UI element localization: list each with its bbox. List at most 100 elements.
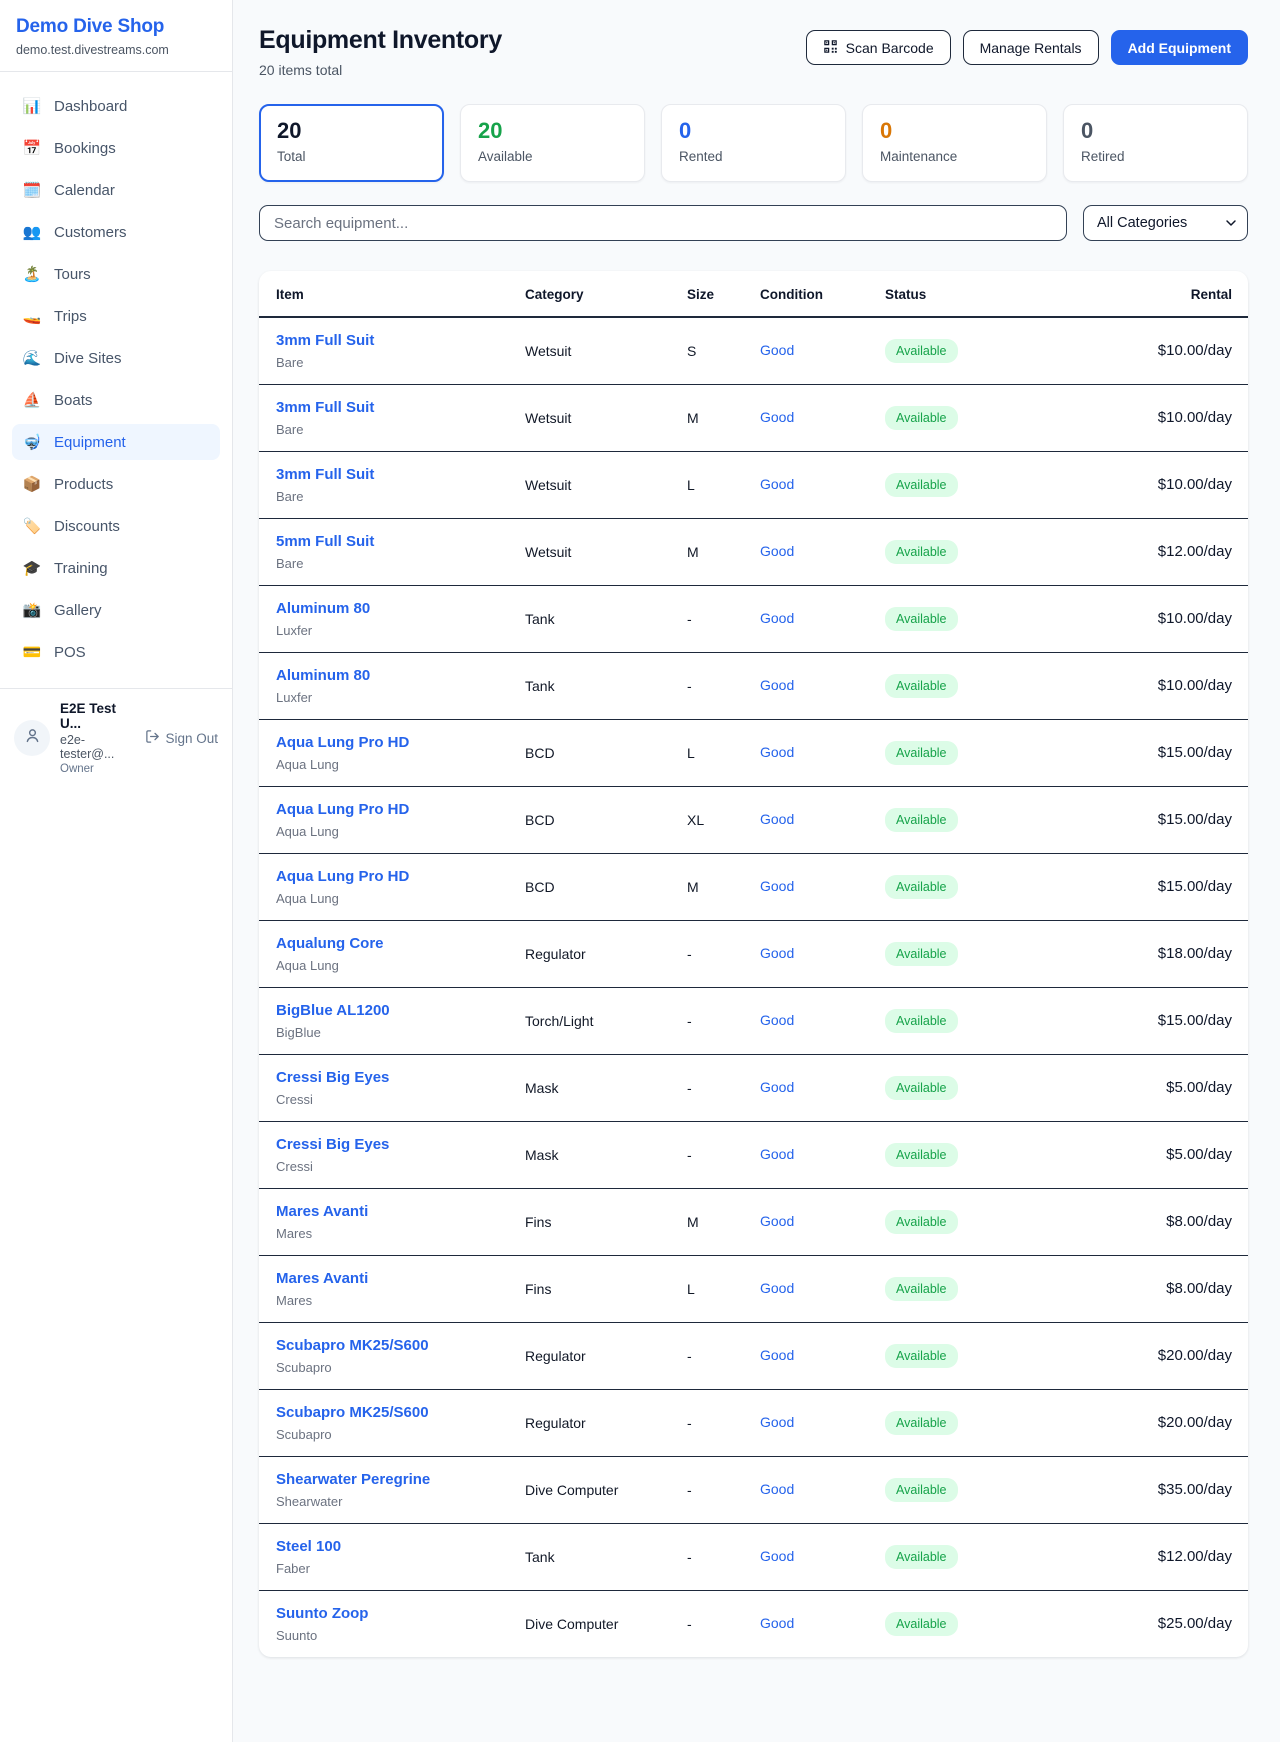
- status-cell: Available: [869, 920, 1099, 987]
- condition-link[interactable]: Good: [760, 1012, 794, 1028]
- column-header-size: Size: [671, 271, 744, 317]
- item-category: Fins: [509, 1188, 671, 1255]
- add-equipment-button[interactable]: Add Equipment: [1111, 30, 1248, 65]
- condition-link[interactable]: Good: [760, 677, 794, 693]
- item-cell: 3mm Full SuitBare: [259, 451, 509, 518]
- sidebar-item-customers[interactable]: 👥Customers: [12, 214, 220, 250]
- condition-link[interactable]: Good: [760, 1414, 794, 1430]
- item-cell: Cressi Big EyesCressi: [259, 1121, 509, 1188]
- condition-cell: Good: [744, 384, 869, 451]
- condition-link[interactable]: Good: [760, 1481, 794, 1497]
- item-category: Tank: [509, 1523, 671, 1590]
- sidebar-item-trips[interactable]: 🚤Trips: [12, 298, 220, 334]
- sign-out-button[interactable]: Sign Out: [145, 729, 218, 747]
- items-total-text: 20 items total: [259, 62, 502, 78]
- sidebar-item-training[interactable]: 🎓Training: [12, 550, 220, 586]
- item-rental: $8.00/day: [1099, 1188, 1248, 1255]
- condition-link[interactable]: Good: [760, 342, 794, 358]
- bar-chart-icon: 📊: [22, 97, 42, 115]
- sidebar-item-calendar[interactable]: 🗓️Calendar: [12, 172, 220, 208]
- item-name-link[interactable]: Aqua Lung Pro HD: [276, 868, 409, 885]
- item-name-link[interactable]: Aluminum 80: [276, 667, 370, 684]
- sidebar-item-bookings[interactable]: 📅Bookings: [12, 130, 220, 166]
- condition-link[interactable]: Good: [760, 744, 794, 760]
- sidebar-item-gallery[interactable]: 📸Gallery: [12, 592, 220, 628]
- item-category: Mask: [509, 1121, 671, 1188]
- item-name-link[interactable]: BigBlue AL1200: [276, 1002, 390, 1019]
- table-header-row: ItemCategorySizeConditionStatusRental: [259, 271, 1248, 317]
- item-rental: $15.00/day: [1099, 853, 1248, 920]
- status-cell: Available: [869, 652, 1099, 719]
- condition-link[interactable]: Good: [760, 409, 794, 425]
- item-name-link[interactable]: Aqualung Core: [276, 935, 384, 952]
- sidebar-item-discounts[interactable]: 🏷️Discounts: [12, 508, 220, 544]
- sidebar-item-dive-sites[interactable]: 🌊Dive Sites: [12, 340, 220, 376]
- category-select[interactable]: All Categories: [1083, 205, 1248, 241]
- condition-cell: Good: [744, 1456, 869, 1523]
- item-category: Torch/Light: [509, 987, 671, 1054]
- condition-link[interactable]: Good: [760, 1146, 794, 1162]
- search-input[interactable]: [259, 205, 1067, 241]
- scan-barcode-button[interactable]: Scan Barcode: [806, 30, 951, 65]
- item-name-link[interactable]: Steel 100: [276, 1538, 341, 1555]
- category-select-wrap: All Categories: [1083, 205, 1248, 241]
- item-rental: $5.00/day: [1099, 1054, 1248, 1121]
- item-name-link[interactable]: Mares Avanti: [276, 1270, 368, 1287]
- page-header-text: Equipment Inventory 20 items total: [259, 26, 502, 78]
- condition-link[interactable]: Good: [760, 1213, 794, 1229]
- item-name-link[interactable]: Cressi Big Eyes: [276, 1069, 389, 1086]
- item-name-link[interactable]: 3mm Full Suit: [276, 332, 374, 349]
- add-equipment-label: Add Equipment: [1128, 40, 1231, 56]
- condition-link[interactable]: Good: [760, 1347, 794, 1363]
- table-row: 3mm Full SuitBareWetsuitMGoodAvailable$1…: [259, 384, 1248, 451]
- condition-link[interactable]: Good: [760, 945, 794, 961]
- sidebar-item-pos[interactable]: 💳POS: [12, 634, 220, 670]
- item-name-link[interactable]: Aqua Lung Pro HD: [276, 801, 409, 818]
- item-name-link[interactable]: Aluminum 80: [276, 600, 370, 617]
- item-name-link[interactable]: Scubapro MK25/S600: [276, 1337, 429, 1354]
- stat-card-total[interactable]: 20Total: [259, 104, 444, 182]
- condition-link[interactable]: Good: [760, 1280, 794, 1296]
- item-name-link[interactable]: Scubapro MK25/S600: [276, 1404, 429, 1421]
- item-name-link[interactable]: 3mm Full Suit: [276, 466, 374, 483]
- condition-link[interactable]: Good: [760, 1615, 794, 1631]
- sidebar-item-label: Gallery: [54, 602, 102, 619]
- condition-cell: Good: [744, 585, 869, 652]
- sidebar-item-dashboard[interactable]: 📊Dashboard: [12, 88, 220, 124]
- stat-card-available[interactable]: 20Available: [460, 104, 645, 182]
- condition-link[interactable]: Good: [760, 1548, 794, 1564]
- condition-link[interactable]: Good: [760, 610, 794, 626]
- condition-link[interactable]: Good: [760, 543, 794, 559]
- stat-card-maintenance[interactable]: 0Maintenance: [862, 104, 1047, 182]
- sidebar-item-equipment[interactable]: 🤿Equipment: [12, 424, 220, 460]
- condition-cell: Good: [744, 1255, 869, 1322]
- item-size: -: [671, 1523, 744, 1590]
- stat-label: Maintenance: [880, 149, 1029, 164]
- stat-card-rented[interactable]: 0Rented: [661, 104, 846, 182]
- item-name-link[interactable]: Cressi Big Eyes: [276, 1136, 389, 1153]
- status-cell: Available: [869, 1523, 1099, 1590]
- condition-link[interactable]: Good: [760, 476, 794, 492]
- table-row: Aluminum 80LuxferTank-GoodAvailable$10.0…: [259, 585, 1248, 652]
- condition-link[interactable]: Good: [760, 811, 794, 827]
- status-badge: Available: [885, 607, 958, 631]
- sidebar-item-label: Boats: [54, 392, 92, 409]
- scan-barcode-label: Scan Barcode: [846, 40, 934, 56]
- item-name-link[interactable]: Shearwater Peregrine: [276, 1471, 430, 1488]
- condition-link[interactable]: Good: [760, 878, 794, 894]
- item-name-link[interactable]: Mares Avanti: [276, 1203, 368, 1220]
- condition-cell: Good: [744, 920, 869, 987]
- item-name-link[interactable]: Suunto Zoop: [276, 1605, 368, 1622]
- item-name-link[interactable]: 3mm Full Suit: [276, 399, 374, 416]
- manage-rentals-button[interactable]: Manage Rentals: [963, 30, 1099, 65]
- item-cell: Suunto ZoopSuunto: [259, 1590, 509, 1657]
- condition-cell: Good: [744, 1322, 869, 1389]
- stat-card-retired[interactable]: 0Retired: [1063, 104, 1248, 182]
- item-cell: Aqua Lung Pro HDAqua Lung: [259, 853, 509, 920]
- sidebar-item-tours[interactable]: 🏝️Tours: [12, 256, 220, 292]
- sidebar-item-products[interactable]: 📦Products: [12, 466, 220, 502]
- item-name-link[interactable]: Aqua Lung Pro HD: [276, 734, 409, 751]
- item-name-link[interactable]: 5mm Full Suit: [276, 533, 374, 550]
- sidebar-item-boats[interactable]: ⛵Boats: [12, 382, 220, 418]
- condition-link[interactable]: Good: [760, 1079, 794, 1095]
